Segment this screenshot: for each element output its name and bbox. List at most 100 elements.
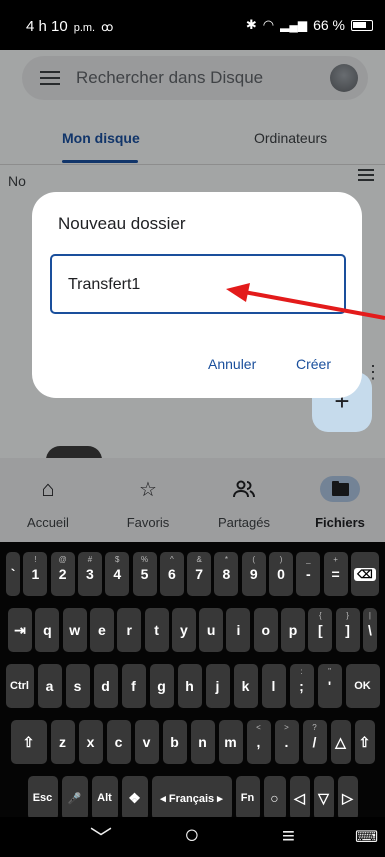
key-secondary-label: { <box>319 611 322 620</box>
key-b[interactable]: b <box>162 720 187 764</box>
fn-key[interactable]: Fn <box>235 776 260 820</box>
key-w[interactable]: w <box>62 608 87 652</box>
key-secondary-label: } <box>346 611 349 620</box>
key-symbol[interactable]: = + <box>323 552 348 596</box>
ctrl-key[interactable]: Ctrl <box>5 664 34 708</box>
key-d[interactable]: d <box>93 664 118 708</box>
key-label: k <box>241 678 250 694</box>
key-secondary-label: * <box>224 555 228 564</box>
tab-key[interactable]: ⇥ <box>8 608 33 652</box>
key-x[interactable]: x <box>78 720 103 764</box>
key-4[interactable]: 4 $ <box>105 552 130 596</box>
key-label: , <box>256 734 261 750</box>
key-symbol[interactable]: . > <box>274 720 299 764</box>
backspace-key[interactable]: ⌫ <box>350 552 379 596</box>
create-button[interactable]: Créer <box>296 356 331 372</box>
key-p[interactable]: p <box>281 608 306 652</box>
key-e[interactable]: e <box>89 608 114 652</box>
key-y[interactable]: y <box>171 608 196 652</box>
key-q[interactable]: q <box>35 608 60 652</box>
key-label: Fn <box>240 792 255 804</box>
key-secondary-label: : <box>300 667 303 676</box>
key-o[interactable]: o <box>253 608 278 652</box>
key-c[interactable]: c <box>106 720 131 764</box>
key-symbol[interactable]: ;: <box>289 664 314 708</box>
key-7[interactable]: 7 & <box>187 552 212 596</box>
key-label: n <box>198 734 207 750</box>
key-2[interactable]: 2 @ <box>50 552 75 596</box>
key-z[interactable]: z <box>50 720 75 764</box>
key-5[interactable]: 5% <box>132 552 157 596</box>
recents-icon[interactable]: ≡ <box>282 823 295 849</box>
key-secondary-label: ! <box>34 555 37 564</box>
ok-key[interactable]: OK <box>345 664 380 708</box>
home-key[interactable]: ○ <box>263 776 286 820</box>
key-label: ⇥ <box>14 621 26 638</box>
key-label: l <box>271 678 276 694</box>
key-i[interactable]: i <box>226 608 251 652</box>
key-symbol[interactable]: ]} <box>335 608 360 652</box>
settings-key[interactable]: ❖ <box>121 776 148 820</box>
key-label: p <box>288 622 298 638</box>
key-label: Ctrl <box>10 680 29 692</box>
down-arrow-key[interactable]: ▽ <box>313 776 334 820</box>
key-symbol[interactable]: \ | <box>362 608 377 652</box>
keyboard-switch-icon[interactable]: ⌨ <box>355 827 378 847</box>
key-r[interactable]: r <box>117 608 142 652</box>
key-label: h <box>185 678 194 694</box>
key-6[interactable]: 6 ^ <box>159 552 184 596</box>
key-j[interactable]: j <box>205 664 230 708</box>
key-symbol[interactable]: - _ <box>296 552 321 596</box>
key-v[interactable]: v <box>134 720 159 764</box>
key-secondary-label: ( <box>252 555 256 564</box>
key-symbol[interactable]: ` <box>6 552 21 596</box>
key-label: t <box>154 622 159 638</box>
space-language-key[interactable]: ◂ Français ▸ <box>151 776 232 820</box>
key-secondary-label: > <box>284 723 289 732</box>
key-label: q <box>43 622 52 638</box>
key-g[interactable]: g <box>149 664 174 708</box>
key-u[interactable]: u <box>199 608 224 652</box>
shift-key[interactable]: ⇧ <box>354 720 375 764</box>
key-f[interactable]: f <box>121 664 146 708</box>
key-0[interactable]: 0) <box>269 552 294 596</box>
key-label: 8 <box>222 566 231 582</box>
key-label: \ <box>367 622 372 638</box>
key-label: r <box>126 622 132 638</box>
key-h[interactable]: h <box>177 664 202 708</box>
key-a[interactable]: a <box>37 664 62 708</box>
key-8[interactable]: 8 * <box>214 552 239 596</box>
key-9[interactable]: 9( <box>241 552 266 596</box>
key-label: u <box>206 622 216 638</box>
shift-key[interactable]: ⇧ <box>10 720 47 764</box>
key-l[interactable]: l <box>261 664 286 708</box>
key-symbol[interactable]: ' " <box>317 664 342 708</box>
back-chevron-icon[interactable]: ﹀ <box>90 821 112 853</box>
key-secondary-label: ? <box>312 723 317 732</box>
key-t[interactable]: t <box>144 608 169 652</box>
alt-key[interactable]: Alt <box>91 776 118 820</box>
key-s[interactable]: s <box>65 664 90 708</box>
key-label: ▷ <box>342 789 353 806</box>
right-arrow-key[interactable]: ▷ <box>337 776 358 820</box>
key-3[interactable]: 3 # <box>77 552 102 596</box>
key-symbol[interactable]: [{ <box>308 608 333 652</box>
key-k[interactable]: k <box>233 664 258 708</box>
home-circle-icon[interactable]: ○ <box>184 819 200 850</box>
key-symbol[interactable]: , < <box>246 720 271 764</box>
mic-key[interactable]: 🎤 <box>61 776 88 820</box>
up-arrow-key[interactable]: △ <box>330 720 351 764</box>
key-m[interactable]: m <box>218 720 243 764</box>
key-secondary-label: + <box>333 555 338 564</box>
esc-key[interactable]: Esc <box>27 776 58 820</box>
key-n[interactable]: n <box>190 720 215 764</box>
key-label: ' <box>327 678 332 694</box>
key-symbol[interactable]: /? <box>302 720 327 764</box>
cancel-button[interactable]: Annuler <box>208 356 256 372</box>
key-1[interactable]: 1! <box>23 552 48 596</box>
key-label: 6 <box>167 566 176 582</box>
key-secondary-label: ) <box>279 555 283 564</box>
left-arrow-key[interactable]: ◁ <box>289 776 310 820</box>
key-label: [ <box>318 622 323 638</box>
key-label: i <box>236 622 241 638</box>
